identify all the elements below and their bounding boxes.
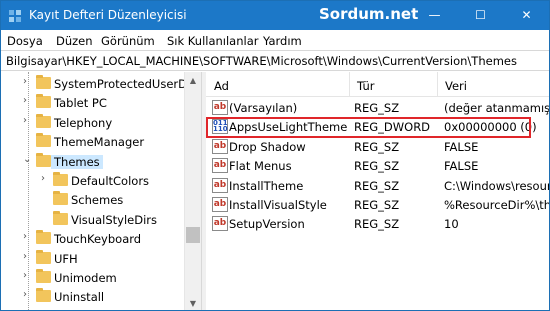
reg-sz-icon: ab [212,138,228,154]
registry-editor-window: Kayıt Defteri Düzenleyicisi Sordum.net —… [0,0,550,311]
tree-item[interactable]: › Uninstall [1,287,201,306]
address-path[interactable]: Bilgisayar\HKEY_LOCAL_MACHINE\SOFTWARE\M… [6,54,517,68]
tree-item-label: TouchKeyboard [54,232,142,247]
folder-icon [53,172,68,186]
menu-bar: Dosya Düzen Görünüm Sık Kullanılanlar Ya… [1,30,549,50]
value-row[interactable]: ab (Varsayılan) REG_SZ (değer atanmamış) [206,98,549,117]
tree-item-label: Tablet PC [54,96,107,111]
reg-sz-icon: ab [212,216,228,232]
window-title: Kayıt Defteri Düzenleyicisi [29,8,187,22]
list-header: Ad Tür Veri [206,72,549,97]
tree-item[interactable]: ThemeManager [1,132,201,151]
tree-item[interactable]: Schemes [1,190,201,209]
tree-item-label: ThemeManager [54,135,145,150]
column-name[interactable]: Ad [214,79,229,93]
highlight-box [206,117,531,138]
folder-icon [36,113,51,128]
folder-icon [36,269,51,283]
menu-edit[interactable]: Düzen [56,34,93,48]
value-type: REG_SZ [354,178,400,193]
tree-item[interactable]: › TouchKeyboard [1,229,201,248]
tree-item[interactable]: › Unimodem [1,268,201,287]
tree-scrollbar[interactable]: ▲ ▼ [184,72,201,310]
folder-icon [36,75,51,89]
watermark-logo: Sordum.net [319,5,419,23]
value-type: REG_SZ [354,217,400,232]
folder-icon [53,210,68,225]
value-data: 10 [444,217,459,232]
value-row[interactable]: ab InstallVisualStyle REG_SZ %ResourceDir%\… [206,195,549,214]
reg-sz-icon: ab [212,158,228,174]
address-bar[interactable]: Bilgisayar\HKEY_LOCAL_MACHINE\SOFTWARE\M… [1,50,549,71]
values-list[interactable]: Ad Tür Veri ab (Varsayılan) REG_SZ (değer a… [206,72,549,310]
menu-favorites[interactable]: Sık Kullanılanlar [167,34,259,48]
folder-icon [53,191,68,206]
regedit-icon [9,10,21,22]
folder-icon [36,94,51,109]
value-name: Drop Shadow [229,139,306,154]
tree-item-label: UFH [54,251,78,266]
value-name: Flat Menus [229,159,292,174]
tree-item-label: Schemes [71,193,124,208]
folder-icon [36,249,51,264]
value-data: FALSE [444,139,479,154]
folder-icon [36,288,51,303]
tree-item-label: Telephony [54,115,113,130]
value-data: C:\Windows\resources\Themes\Aero\Aero.ms… [444,178,549,193]
collapsed-caret-icon[interactable]: › [41,173,51,184]
menu-help[interactable]: Yardım [263,34,302,48]
scroll-up-icon[interactable]: ▲ [185,72,201,89]
scroll-thumb[interactable] [186,227,200,243]
tree-item-label: Themes [51,154,103,169]
folder-icon [36,230,51,245]
value-row[interactable]: ab SetupVersion REG_SZ 10 [206,214,549,233]
tree-item[interactable]: › Tablet PC [1,93,201,112]
value-name: (Varsayılan) [229,101,298,115]
value-data: FALSE [444,159,479,174]
value-name: SetupVersion [229,217,305,232]
folder-icon [36,133,51,148]
tree-item-label: Unimodem [54,271,117,285]
value-type: REG_SZ [354,101,400,115]
tree-item[interactable]: VisualStyleDirs [1,210,201,229]
reg-sz-icon: ab [212,177,228,193]
tree-item[interactable]: ⌄ Themes [1,152,201,171]
minimize-button[interactable]: — [412,1,457,30]
menu-view[interactable]: Görünüm [101,34,155,48]
close-button[interactable]: ✕ [504,1,549,30]
tree-item[interactable]: › SystemProtectedUserData [1,74,201,93]
value-row[interactable]: abInstallTheme REG_SZ C:\Windows\resources… [206,176,549,195]
reg-sz-icon: ab [212,197,228,212]
value-row[interactable]: ab Drop Shadow REG_SZ FALSE [206,137,549,156]
value-data: %ResourceDir%\themes\Aero\Aero.msstyles [444,198,549,212]
tree-item[interactable]: › Telephony [1,113,201,132]
tree-item[interactable]: › DefaultColors [1,171,201,190]
value-row[interactable]: ab Flat Menus REG_SZ FALSE [206,156,549,175]
tree-item-label: VisualStyleDirs [71,212,157,227]
value-name: InstallTheme [229,178,304,193]
scroll-down-icon[interactable]: ▼ [185,295,201,310]
tree-item-label: Uninstall [54,290,105,305]
value-data: (değer atanmamış) [444,101,549,115]
value-name: InstallVisualStyle [229,198,327,212]
maximize-button[interactable]: ☐ [458,1,503,30]
registry-tree[interactable]: › SystemProtectedUserData › Tablet PC › Telep… [1,72,201,310]
folder-icon [36,152,51,167]
tree-item-label: DefaultColors [71,174,150,188]
tree-item-label: SystemProtectedUserData [54,77,201,91]
title-bar[interactable]: Kayıt Defteri Düzenleyicisi Sordum.net —… [1,1,549,30]
reg-sz-icon: ab [212,100,228,115]
column-type[interactable]: Tür [357,79,374,93]
value-type: REG_SZ [354,159,400,174]
value-type: REG_SZ [354,139,400,154]
value-type: REG_SZ [354,198,400,212]
tree-item[interactable]: › UFH [1,249,201,268]
menu-file[interactable]: Dosya [7,34,43,48]
column-data[interactable]: Veri [445,79,467,93]
